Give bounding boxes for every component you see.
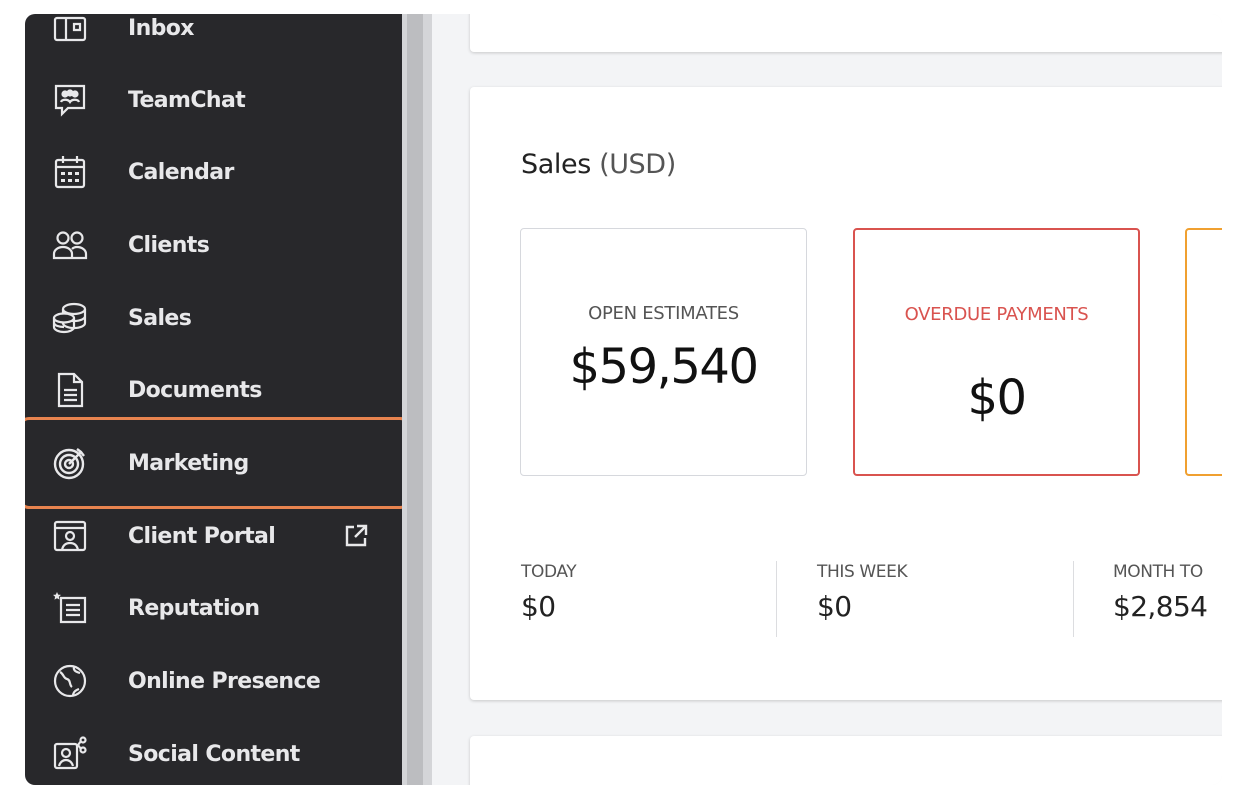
sidebar-item-reputation[interactable]: Reputation bbox=[25, 578, 402, 638]
sales-icon bbox=[52, 300, 88, 336]
overdue-payments-label: OVERDUE PAYMENTS bbox=[904, 304, 1089, 325]
open-estimates-box[interactable]: OPEN ESTIMATES $59,540 bbox=[520, 228, 807, 476]
documents-icon bbox=[52, 372, 88, 408]
globe-icon bbox=[52, 663, 88, 699]
sidebar-item-label: Inbox bbox=[128, 15, 195, 41]
period-value: $0 bbox=[521, 590, 556, 623]
sales-title-text: Sales bbox=[521, 149, 591, 180]
team-chat-icon bbox=[52, 82, 88, 118]
inbox-icon bbox=[52, 14, 88, 46]
sales-currency-unit: (USD) bbox=[599, 149, 676, 180]
period-label: TODAY bbox=[521, 562, 577, 582]
sidebar: Inbox TeamChat Calendar Clients Sales Do… bbox=[25, 14, 410, 785]
sidebar-item-online-presence[interactable]: Online Presence bbox=[25, 651, 402, 711]
period-this-week: THIS WEEK $0 bbox=[817, 562, 908, 623]
period-today: TODAY $0 bbox=[521, 562, 577, 623]
third-stat-box[interactable] bbox=[1185, 228, 1222, 476]
sidebar-item-label: Online Presence bbox=[128, 668, 321, 694]
open-estimates-value: $59,540 bbox=[569, 339, 760, 395]
period-value: $0 bbox=[817, 590, 852, 623]
overdue-payments-value: $0 bbox=[967, 370, 1027, 426]
bottom-card bbox=[470, 736, 1222, 785]
app-window: Inbox TeamChat Calendar Clients Sales Do… bbox=[25, 14, 1222, 785]
overdue-payments-box[interactable]: OVERDUE PAYMENTS $0 bbox=[853, 228, 1140, 476]
open-estimates-label: OPEN ESTIMATES bbox=[588, 303, 739, 324]
external-link-icon[interactable] bbox=[343, 523, 369, 549]
period-label: MONTH TO bbox=[1113, 562, 1203, 582]
period-value: $2,854 bbox=[1113, 590, 1208, 623]
client-portal-icon bbox=[52, 518, 88, 554]
reputation-icon bbox=[52, 590, 88, 626]
sidebar-item-teamchat[interactable]: TeamChat bbox=[25, 70, 402, 130]
sidebar-item-client-portal[interactable]: Client Portal bbox=[25, 506, 402, 566]
social-content-icon bbox=[52, 736, 88, 772]
period-divider bbox=[776, 561, 777, 637]
sidebar-item-calendar[interactable]: Calendar bbox=[25, 142, 402, 202]
top-card bbox=[470, 14, 1222, 52]
period-month-to-date: MONTH TO $2,854 bbox=[1113, 562, 1208, 623]
sidebar-item-label: Documents bbox=[128, 377, 262, 403]
period-label: THIS WEEK bbox=[817, 562, 908, 582]
sidebar-item-label: Reputation bbox=[128, 595, 260, 621]
sidebar-item-clients[interactable]: Clients bbox=[25, 215, 402, 275]
sidebar-item-label: Marketing bbox=[128, 450, 249, 476]
calendar-icon bbox=[52, 154, 88, 190]
sidebar-item-label: Calendar bbox=[128, 159, 234, 185]
period-divider bbox=[1073, 561, 1074, 637]
sidebar-item-label: TeamChat bbox=[128, 87, 246, 113]
sales-title: Sales (USD) bbox=[521, 149, 676, 180]
sidebar-item-label: Social Content bbox=[128, 741, 300, 767]
clients-icon bbox=[52, 227, 88, 263]
sidebar-item-marketing[interactable]: Marketing bbox=[25, 433, 402, 493]
sidebar-item-label: Clients bbox=[128, 232, 210, 258]
scrollbar-thumb[interactable] bbox=[407, 14, 423, 785]
sidebar-item-inbox[interactable]: Inbox bbox=[25, 14, 402, 58]
marketing-icon bbox=[52, 445, 88, 481]
sales-card: Sales (USD) OPEN ESTIMATES $59,540 OVERD… bbox=[470, 87, 1222, 700]
sidebar-item-social-content[interactable]: Social Content bbox=[25, 724, 402, 784]
sidebar-item-sales[interactable]: Sales bbox=[25, 288, 402, 348]
sidebar-item-label: Sales bbox=[128, 305, 192, 331]
sidebar-item-label: Client Portal bbox=[128, 523, 276, 549]
sidebar-item-documents[interactable]: Documents bbox=[25, 360, 402, 420]
